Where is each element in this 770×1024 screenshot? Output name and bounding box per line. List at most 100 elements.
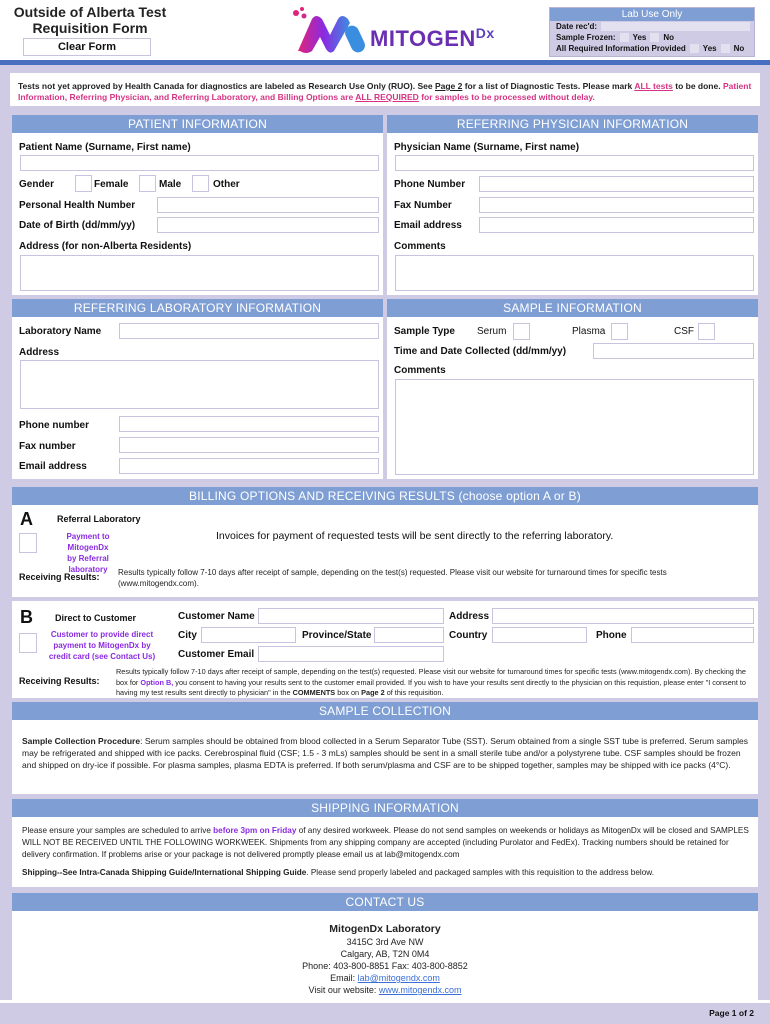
patient-name-input[interactable] [20,155,379,171]
shipping-guide-link[interactable]: Shipping--See Intra-Canada Shipping Guid… [22,868,306,877]
other-checkbox[interactable] [192,175,209,192]
collected-label: Time and Date Collected (dd/mm/yy) [394,346,567,357]
date-received-input[interactable] [601,22,750,31]
sample-comments-input[interactable] [395,379,754,475]
patient-name-label: Patient Name (Surname, First name) [19,142,191,153]
customer-phone-input[interactable] [631,627,754,643]
lab-phone-input[interactable] [119,416,379,432]
shipping-part: . Please send properly labeled and packa… [306,868,655,877]
patient-address-input[interactable] [20,255,379,291]
receiving-results-label: Receiving Results: [19,676,100,686]
sample-frozen-label: Sample Frozen: [556,33,616,42]
clear-form-button[interactable]: Clear Form [23,38,151,56]
contact-details: MitogenDx Laboratory 3415C 3rd Ave NW Ca… [12,923,758,996]
serum-checkbox[interactable] [513,323,530,340]
form-title: Outside of Alberta Test Requisition Form [10,4,170,36]
csf-label: CSF [674,326,694,337]
customer-address-input[interactable] [492,608,754,624]
contact-panel: CONTACT US MitogenDx Laboratory 3415C 3r… [12,893,758,1003]
province-input[interactable] [374,627,444,643]
option-a-title: Referral Laboratory [57,514,141,524]
sample-collection-header: SAMPLE COLLECTION [12,702,758,720]
billing-header: BILLING OPTIONS AND RECEIVING RESULTS (c… [12,487,758,505]
collected-input[interactable] [593,343,754,359]
male-checkbox[interactable] [139,175,156,192]
page2-link[interactable]: Page 2 [435,81,462,91]
notice-part: to be done. [672,81,721,91]
lab-address-input[interactable] [20,360,379,409]
billing-option-b-panel: B Direct to Customer Customer to provide… [12,601,758,698]
lab-use-title: Lab Use Only [550,8,754,21]
female-checkbox[interactable] [75,175,92,192]
phn-input[interactable] [157,197,379,213]
frozen-yes-checkbox[interactable] [619,33,629,42]
lab-name-input[interactable] [119,323,379,339]
physician-phone-input[interactable] [479,176,754,192]
sample-collection-text: Sample Collection Procedure: Serum sampl… [22,735,750,771]
payment-line: Customer to provide direct [50,630,154,639]
city-input[interactable] [201,627,296,643]
physician-fax-input[interactable] [479,197,754,213]
notice-part: Tests not yet approved by Health Canada … [18,81,435,91]
title-line1: Outside of Alberta Test [13,4,167,20]
physician-comments-label: Comments [394,241,446,252]
lab-phone-label: Phone number [19,420,90,431]
option-a-results-text: Results typically follow 7-10 days after… [118,568,667,588]
payment-line: Payment to MitogenDx [66,532,110,552]
lab-fax-input[interactable] [119,437,379,453]
page-number: Page 1 of 2 [709,1008,754,1018]
logo-sup: Dx [475,25,495,41]
lab-website-line: Visit our website: www.mitogendx.com [12,984,758,996]
physician-email-input[interactable] [479,217,754,233]
option-a-invoice-text: Invoices for payment of requested tests … [216,530,614,542]
physician-info-panel: REFERRING PHYSICIAN INFORMATION Physicia… [387,115,758,295]
yes-label: Yes [702,44,717,53]
sample-type-label: Sample Type [394,326,455,337]
option-b-title: Direct to Customer [55,613,137,623]
patient-info-panel: PATIENT INFORMATION Patient Name (Surnam… [12,115,383,295]
physician-comments-input[interactable] [395,255,754,291]
option-b-results-text: Results typically follow 7-10 days after… [116,667,746,699]
country-input[interactable] [492,627,587,643]
option-a-checkbox[interactable] [19,533,37,553]
customer-name-input[interactable] [258,608,444,624]
option-b-emphasis: Option B, [140,677,174,687]
info-no-checkbox[interactable] [720,44,730,53]
footer-bar: Page 1 of 2 [0,1003,770,1024]
info-yes-checkbox[interactable] [689,44,699,53]
option-b-checkbox[interactable] [19,633,37,653]
frozen-no-checkbox[interactable] [650,33,660,42]
option-b-payment: Customer to provide direct payment to Mi… [42,629,162,662]
physician-name-input[interactable] [395,155,754,171]
plasma-checkbox[interactable] [611,323,628,340]
notice-required: for samples to be processed without dela… [418,92,595,102]
notice-text: Tests not yet approved by Health Canada … [18,81,752,103]
lab-name-label: Laboratory Name [19,326,102,337]
shipping-text: Please ensure your samples are scheduled… [22,825,750,861]
customer-name-label: Customer Name [178,611,255,622]
email-link[interactable]: lab@mitogendx.com [358,973,440,983]
sample-collection-panel: SAMPLE COLLECTION Sample Collection Proc… [12,702,758,794]
logo-text: MITOGENDx [370,25,495,52]
serum-label: Serum [477,326,507,337]
website-link[interactable]: www.mitogendx.com [379,985,462,995]
physician-info-header: REFERRING PHYSICIAN INFORMATION [387,115,758,133]
page2-emphasis: Page 2 [361,688,385,697]
csf-checkbox[interactable] [698,323,715,340]
customer-email-label: Customer Email [178,649,255,660]
all-required-emphasis: ALL REQUIRED [355,92,419,102]
lab-use-only-box: Lab Use Only Date rec'd: Sample Frozen: Y… [549,7,755,57]
phn-label: Personal Health Number [19,200,136,211]
option-a-letter: A [20,509,33,529]
shipping-guide-text: Shipping--See Intra-Canada Shipping Guid… [22,867,750,879]
comments-emphasis: COMMENTS [292,688,336,697]
lab-email-input[interactable] [119,458,379,474]
lab-address-label: Address [19,347,60,358]
option-b-letter: B [20,607,33,627]
title-line2: Requisition Form [32,20,148,36]
customer-email-input[interactable] [258,646,444,662]
dob-input[interactable] [157,217,379,233]
lab-email-line: Email: lab@mitogendx.com [12,972,758,984]
no-label: No [663,33,675,42]
sample-info-header: SAMPLE INFORMATION [387,299,758,317]
